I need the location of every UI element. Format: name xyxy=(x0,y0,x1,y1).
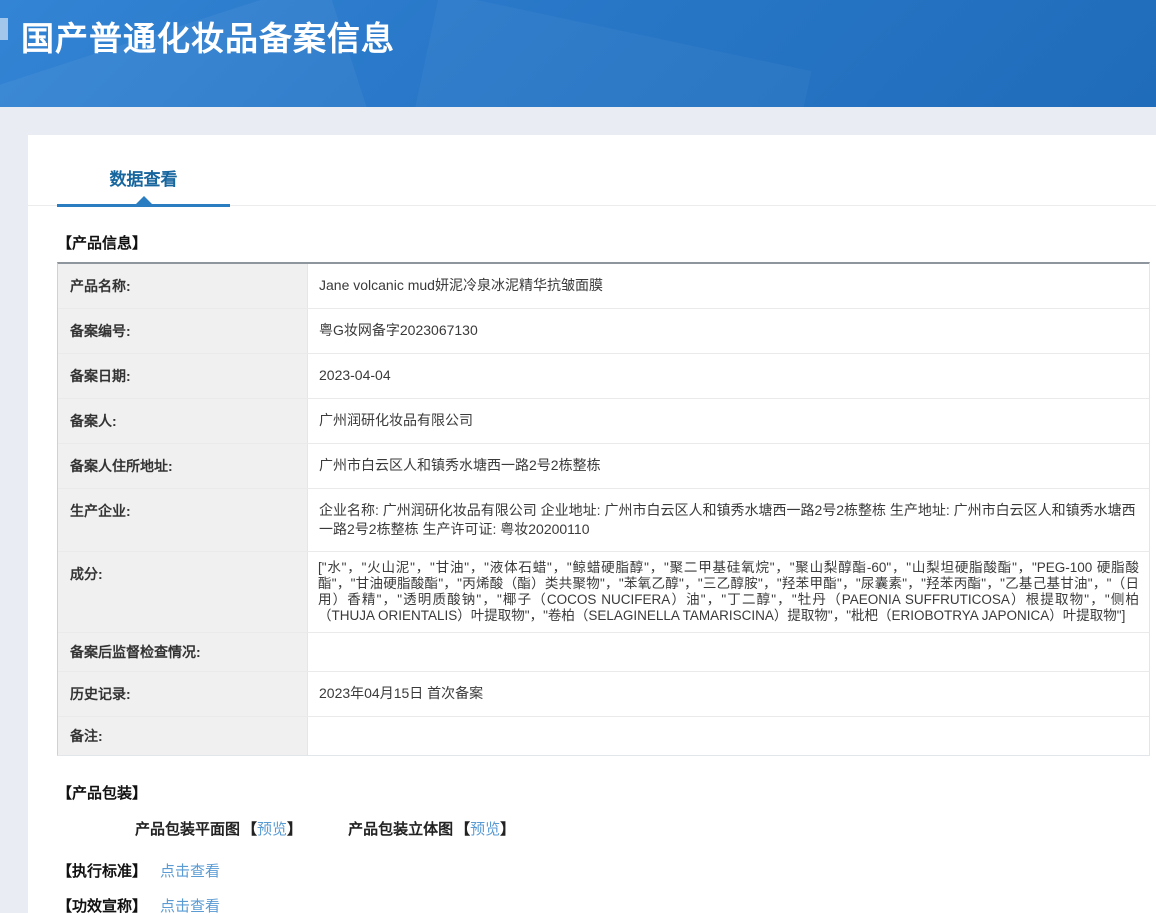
table-row-history: 历史记录: 2023年04月15日 首次备案 xyxy=(58,672,1149,717)
row-value: 粤G妆网备字2023067130 xyxy=(308,309,1149,353)
packaging-3d-label: 产品包装立体图 xyxy=(348,818,453,839)
claims-label: 【功效宣称】 xyxy=(57,895,147,913)
table-row-registration-number: 备案编号: 粤G妆网备字2023067130 xyxy=(58,309,1149,354)
table-row-remarks: 备注: xyxy=(58,717,1149,755)
page-header: 国产普通化妆品备案信息 xyxy=(0,0,1156,107)
row-label: 历史记录: xyxy=(58,672,308,716)
page-title: 国产普通化妆品备案信息 xyxy=(0,0,1156,60)
tab-bar: 数据查看 xyxy=(28,135,1156,206)
preview-plan-link[interactable]: 预览 xyxy=(257,818,287,839)
table-row-product-name: 产品名称: Jane volcanic mud妍泥冷泉冰泥精华抗皱面膜 xyxy=(58,264,1149,309)
row-value: 2023-04-04 xyxy=(308,354,1149,398)
row-label: 生产企业: xyxy=(58,489,308,551)
packaging-row: 产品包装平面图 【 预览 】 产品包装立体图 【 预览 】 xyxy=(135,818,1156,839)
row-label: 产品名称: xyxy=(58,264,308,308)
product-info-table: 产品名称: Jane volcanic mud妍泥冷泉冰泥精华抗皱面膜 备案编号… xyxy=(57,262,1150,756)
row-value xyxy=(308,717,1149,755)
row-label: 备案人: xyxy=(58,399,308,443)
row-label: 备案后监督检查情况: xyxy=(58,633,308,671)
row-label: 成分: xyxy=(58,552,308,632)
packaging-plan-item: 产品包装平面图 【 预览 】 xyxy=(135,818,302,839)
table-row-registrant-address: 备案人住所地址: 广州市白云区人和镇秀水塘西一路2号2栋整栋 xyxy=(58,444,1149,489)
row-value: Jane volcanic mud妍泥冷泉冰泥精华抗皱面膜 xyxy=(308,264,1149,308)
bracket-close: 】 xyxy=(500,818,515,839)
preview-3d-link[interactable]: 预览 xyxy=(470,818,500,839)
row-label: 备案人住所地址: xyxy=(58,444,308,488)
row-value: 广州市白云区人和镇秀水塘西一路2号2栋整栋 xyxy=(308,444,1149,488)
packaging-section-title: 【产品包装】 xyxy=(57,782,1156,803)
tab-data-view[interactable]: 数据查看 xyxy=(57,165,230,207)
bracket-open: 【 xyxy=(242,818,257,839)
row-label: 备案日期: xyxy=(58,354,308,398)
row-value xyxy=(308,633,1149,671)
row-value: 2023年04月15日 首次备案 xyxy=(308,672,1149,716)
bracket-open: 【 xyxy=(455,818,470,839)
table-row-registrant: 备案人: 广州润研化妆品有限公司 xyxy=(58,399,1149,444)
table-row-registration-date: 备案日期: 2023-04-04 xyxy=(58,354,1149,399)
row-value: 企业名称: 广州润研化妆品有限公司 企业地址: 广州市白云区人和镇秀水塘西一路2… xyxy=(308,489,1149,551)
table-row-ingredients: 成分: ["水"，"火山泥"，"甘油"，"液体石蜡"，"鲸蜡硬脂醇"，"聚二甲基… xyxy=(58,552,1149,633)
standards-link[interactable]: 点击查看 xyxy=(160,860,220,881)
bracket-close: 】 xyxy=(287,818,302,839)
row-label: 备注: xyxy=(58,717,308,755)
standards-row: 【执行标准】 点击查看 xyxy=(57,860,1156,881)
claims-row: 【功效宣称】 点击查看 xyxy=(57,895,1156,913)
table-row-manufacturer: 生产企业: 企业名称: 广州润研化妆品有限公司 企业地址: 广州市白云区人和镇秀… xyxy=(58,489,1149,552)
product-info-section-title: 【产品信息】 xyxy=(57,232,1156,253)
row-label: 备案编号: xyxy=(58,309,308,353)
claims-link[interactable]: 点击查看 xyxy=(160,895,220,913)
row-value: ["水"，"火山泥"，"甘油"，"液体石蜡"，"鲸蜡硬脂醇"，"聚二甲基硅氧烷"… xyxy=(308,552,1149,632)
content-card: 数据查看 【产品信息】 产品名称: Jane volcanic mud妍泥冷泉冰… xyxy=(28,135,1156,913)
table-row-supervision-check: 备案后监督检查情况: xyxy=(58,633,1149,672)
standards-label: 【执行标准】 xyxy=(57,860,147,881)
packaging-3d-item: 产品包装立体图 【 预览 】 xyxy=(348,818,515,839)
row-value: 广州润研化妆品有限公司 xyxy=(308,399,1149,443)
packaging-plan-label: 产品包装平面图 xyxy=(135,818,240,839)
